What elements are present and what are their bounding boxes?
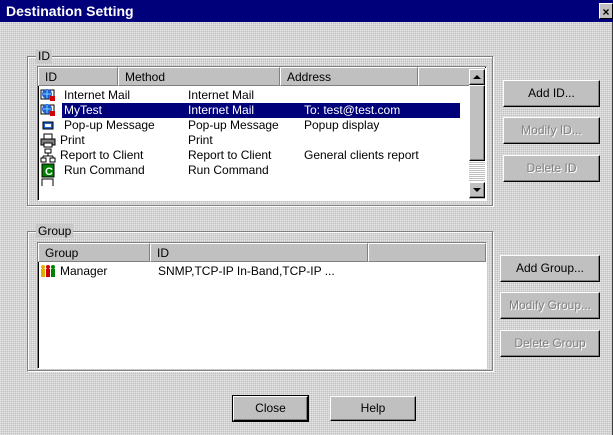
scroll-down-button[interactable] <box>469 182 485 198</box>
document-icon <box>41 178 54 186</box>
column-header-group-id[interactable]: ID <box>150 243 368 262</box>
destination-setting-dialog: Destination Setting × ID ID Method Addre… <box>0 0 613 435</box>
printer-icon <box>40 133 56 148</box>
row-id: Run Command <box>64 163 145 177</box>
scroll-thumb[interactable] <box>469 85 485 161</box>
list-item[interactable]: Pop-up Message Pop-up Message Popup disp… <box>40 118 486 133</box>
list-item[interactable]: Manager SNMP,TCP-IP In-Band,TCP-IP ... <box>40 264 486 279</box>
modify-group-label: Modify Group... <box>508 298 592 312</box>
column-header-id[interactable]: ID <box>38 67 118 86</box>
window-title: Destination Setting <box>6 3 134 19</box>
id-groupbox-legend: ID <box>36 49 52 63</box>
row-method: Print <box>188 133 213 147</box>
close-button[interactable]: Close <box>232 395 309 422</box>
row-id: Pop-up Message <box>64 118 155 132</box>
internet-mail-icon <box>40 89 55 101</box>
list-item[interactable]: Print Print <box>40 133 486 148</box>
row-id: Internet Mail <box>64 88 131 102</box>
row-method: Pop-up Message <box>188 118 279 132</box>
internet-mail-icon <box>40 104 55 116</box>
group-list-header: Group ID <box>38 243 486 262</box>
row-id: MyTest <box>64 103 103 118</box>
group-groupbox-legend: Group <box>36 224 74 238</box>
row-address: To: test@test.com <box>304 103 401 118</box>
scroll-up-button[interactable] <box>469 69 485 85</box>
delete-group-label: Delete Group <box>514 336 586 350</box>
network-report-icon <box>40 148 56 163</box>
run-command-icon: C <box>41 163 55 178</box>
selection-highlight <box>62 103 460 118</box>
id-list[interactable]: ID Method Address Internet Mail Internet… <box>37 66 487 201</box>
list-item-partial[interactable] <box>40 178 486 186</box>
add-group-button[interactable]: Add Group... <box>500 255 600 282</box>
id-rows: Internet Mail Internet Mail MyTest Inter… <box>40 88 486 186</box>
list-item[interactable]: Report to Client Report to Client Genera… <box>40 148 486 163</box>
row-method: Run Command <box>188 163 269 177</box>
column-header-address[interactable]: Address <box>280 67 418 86</box>
list-item-selected[interactable]: MyTest Internet Mail To: test@test.com <box>40 103 486 118</box>
list-item[interactable]: C Run Command Run Command <box>40 163 486 178</box>
title-bar: Destination Setting × <box>0 0 613 22</box>
column-header-method[interactable]: Method <box>118 67 280 86</box>
column-header-group[interactable]: Group <box>38 243 150 262</box>
popup-message-icon <box>42 121 54 130</box>
row-id: Print <box>60 133 85 147</box>
add-group-label: Add Group... <box>515 261 585 275</box>
list-item[interactable]: Internet Mail Internet Mail <box>40 88 486 103</box>
arrow-up-icon <box>473 75 481 79</box>
row-group: Manager <box>60 264 108 278</box>
row-address: General clients report <box>304 148 419 162</box>
column-header-extra <box>368 243 486 262</box>
modify-id-label: Modify ID... <box>521 123 582 137</box>
people-group-icon <box>41 265 55 277</box>
add-id-button[interactable]: Add ID... <box>503 80 600 107</box>
close-window-icon[interactable]: × <box>599 3 613 19</box>
row-address: Popup display <box>304 118 380 132</box>
modify-group-button[interactable]: Modify Group... <box>500 292 600 319</box>
modify-id-button[interactable]: Modify ID... <box>503 117 600 144</box>
help-button[interactable]: Help <box>330 396 416 421</box>
delete-id-label: Delete ID <box>526 161 577 175</box>
delete-id-button[interactable]: Delete ID <box>503 155 600 182</box>
row-id: Report to Client <box>60 148 144 162</box>
help-label: Help <box>360 401 386 415</box>
delete-group-button[interactable]: Delete Group <box>500 330 600 357</box>
arrow-down-icon <box>473 188 481 192</box>
row-method: Internet Mail <box>188 88 255 102</box>
group-rows: Manager SNMP,TCP-IP In-Band,TCP-IP ... <box>40 264 486 279</box>
column-header-extra <box>418 67 472 86</box>
id-list-scrollbar[interactable] <box>469 67 485 200</box>
close-label: Close <box>255 401 286 415</box>
add-id-label: Add ID... <box>528 86 575 100</box>
row-method: Internet Mail <box>188 103 255 118</box>
svg-text:C: C <box>45 166 53 178</box>
row-method: Report to Client <box>188 148 272 162</box>
id-list-header: ID Method Address <box>38 67 472 86</box>
row-group-ids: SNMP,TCP-IP In-Band,TCP-IP ... <box>158 264 335 278</box>
group-list[interactable]: Group ID Manager SNMP,TCP-IP In-Band,TCP… <box>37 242 487 369</box>
